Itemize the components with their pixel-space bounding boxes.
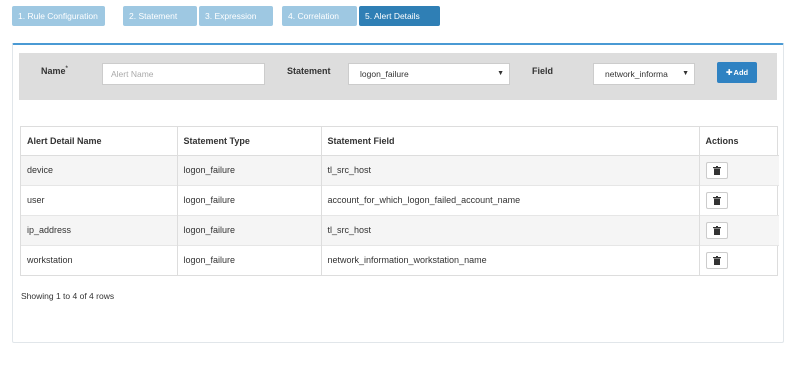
field-select-value: network_informa xyxy=(605,69,668,79)
delete-button[interactable] xyxy=(705,161,728,179)
cell-alert-detail-name: workstation xyxy=(21,244,178,275)
table-row: device logon_failure tl_src_host xyxy=(21,154,779,185)
alert-name-input[interactable] xyxy=(102,63,265,85)
alert-detail-form: Name* Statement logon_failure ▼ Field ne… xyxy=(19,53,777,100)
step-alert-details[interactable]: 5. Alert Details xyxy=(359,6,440,26)
delete-button[interactable] xyxy=(705,191,728,209)
plus-icon: ✚ xyxy=(725,68,733,77)
cell-statement-field: tl_src_host xyxy=(321,154,700,185)
table-row: ip_address logon_failure tl_src_host xyxy=(21,214,779,245)
pagination-info: Showing 1 to 4 of 4 rows xyxy=(21,291,115,301)
cell-statement-type: logon_failure xyxy=(177,244,322,275)
table-row: user logon_failure account_for_which_log… xyxy=(21,184,779,215)
chevron-down-icon: ▼ xyxy=(682,70,689,77)
cell-alert-detail-name: device xyxy=(21,154,178,185)
field-select[interactable]: network_informa ▼ xyxy=(593,63,695,85)
cell-actions xyxy=(699,244,779,275)
step-rule-configuration[interactable]: 1. Rule Configuration xyxy=(12,6,105,26)
alert-details-panel: Name* Statement logon_failure ▼ Field ne… xyxy=(12,43,784,343)
cell-alert-detail-name: user xyxy=(21,184,178,215)
column-header-statement-type[interactable]: Statement Type xyxy=(177,127,322,156)
trash-icon xyxy=(712,255,721,265)
column-header-statement-field[interactable]: Statement Field xyxy=(321,127,700,156)
delete-button[interactable] xyxy=(705,251,728,269)
trash-icon xyxy=(712,195,721,205)
column-header-alert-detail-name[interactable]: Alert Detail Name xyxy=(21,127,178,156)
cell-statement-type: logon_failure xyxy=(177,184,322,215)
add-button[interactable]: ✚Add xyxy=(717,62,757,83)
trash-icon xyxy=(712,225,721,235)
cell-alert-detail-name: ip_address xyxy=(21,214,178,245)
cell-actions xyxy=(699,214,779,245)
step-statement[interactable]: 2. Statement xyxy=(123,6,197,26)
table-header-row: Alert Detail Name Statement Type Stateme… xyxy=(21,127,779,156)
cell-statement-field: tl_src_host xyxy=(321,214,700,245)
add-button-label: Add xyxy=(733,68,749,77)
table-row: workstation logon_failure network_inform… xyxy=(21,244,779,275)
statement-label: Statement xyxy=(287,66,331,76)
step-expression[interactable]: 3. Expression xyxy=(199,6,273,26)
step-correlation[interactable]: 4. Correlation xyxy=(282,6,357,26)
chevron-down-icon: ▼ xyxy=(497,70,504,77)
alert-details-table: Alert Detail Name Statement Type Stateme… xyxy=(20,126,779,276)
cell-actions xyxy=(699,154,779,185)
cell-statement-field: network_information_workstation_name xyxy=(321,244,700,275)
cell-statement-type: logon_failure xyxy=(177,214,322,245)
statement-select[interactable]: logon_failure ▼ xyxy=(348,63,510,85)
statement-select-value: logon_failure xyxy=(360,69,409,79)
cell-actions xyxy=(699,184,779,215)
name-label: Name* xyxy=(41,66,68,76)
cell-statement-field: account_for_which_logon_failed_account_n… xyxy=(321,184,700,215)
required-mark: * xyxy=(65,66,68,72)
field-label: Field xyxy=(532,66,554,76)
delete-button[interactable] xyxy=(705,221,728,239)
trash-icon xyxy=(712,165,721,175)
cell-statement-type: logon_failure xyxy=(177,154,322,185)
column-header-actions: Actions xyxy=(699,127,779,156)
